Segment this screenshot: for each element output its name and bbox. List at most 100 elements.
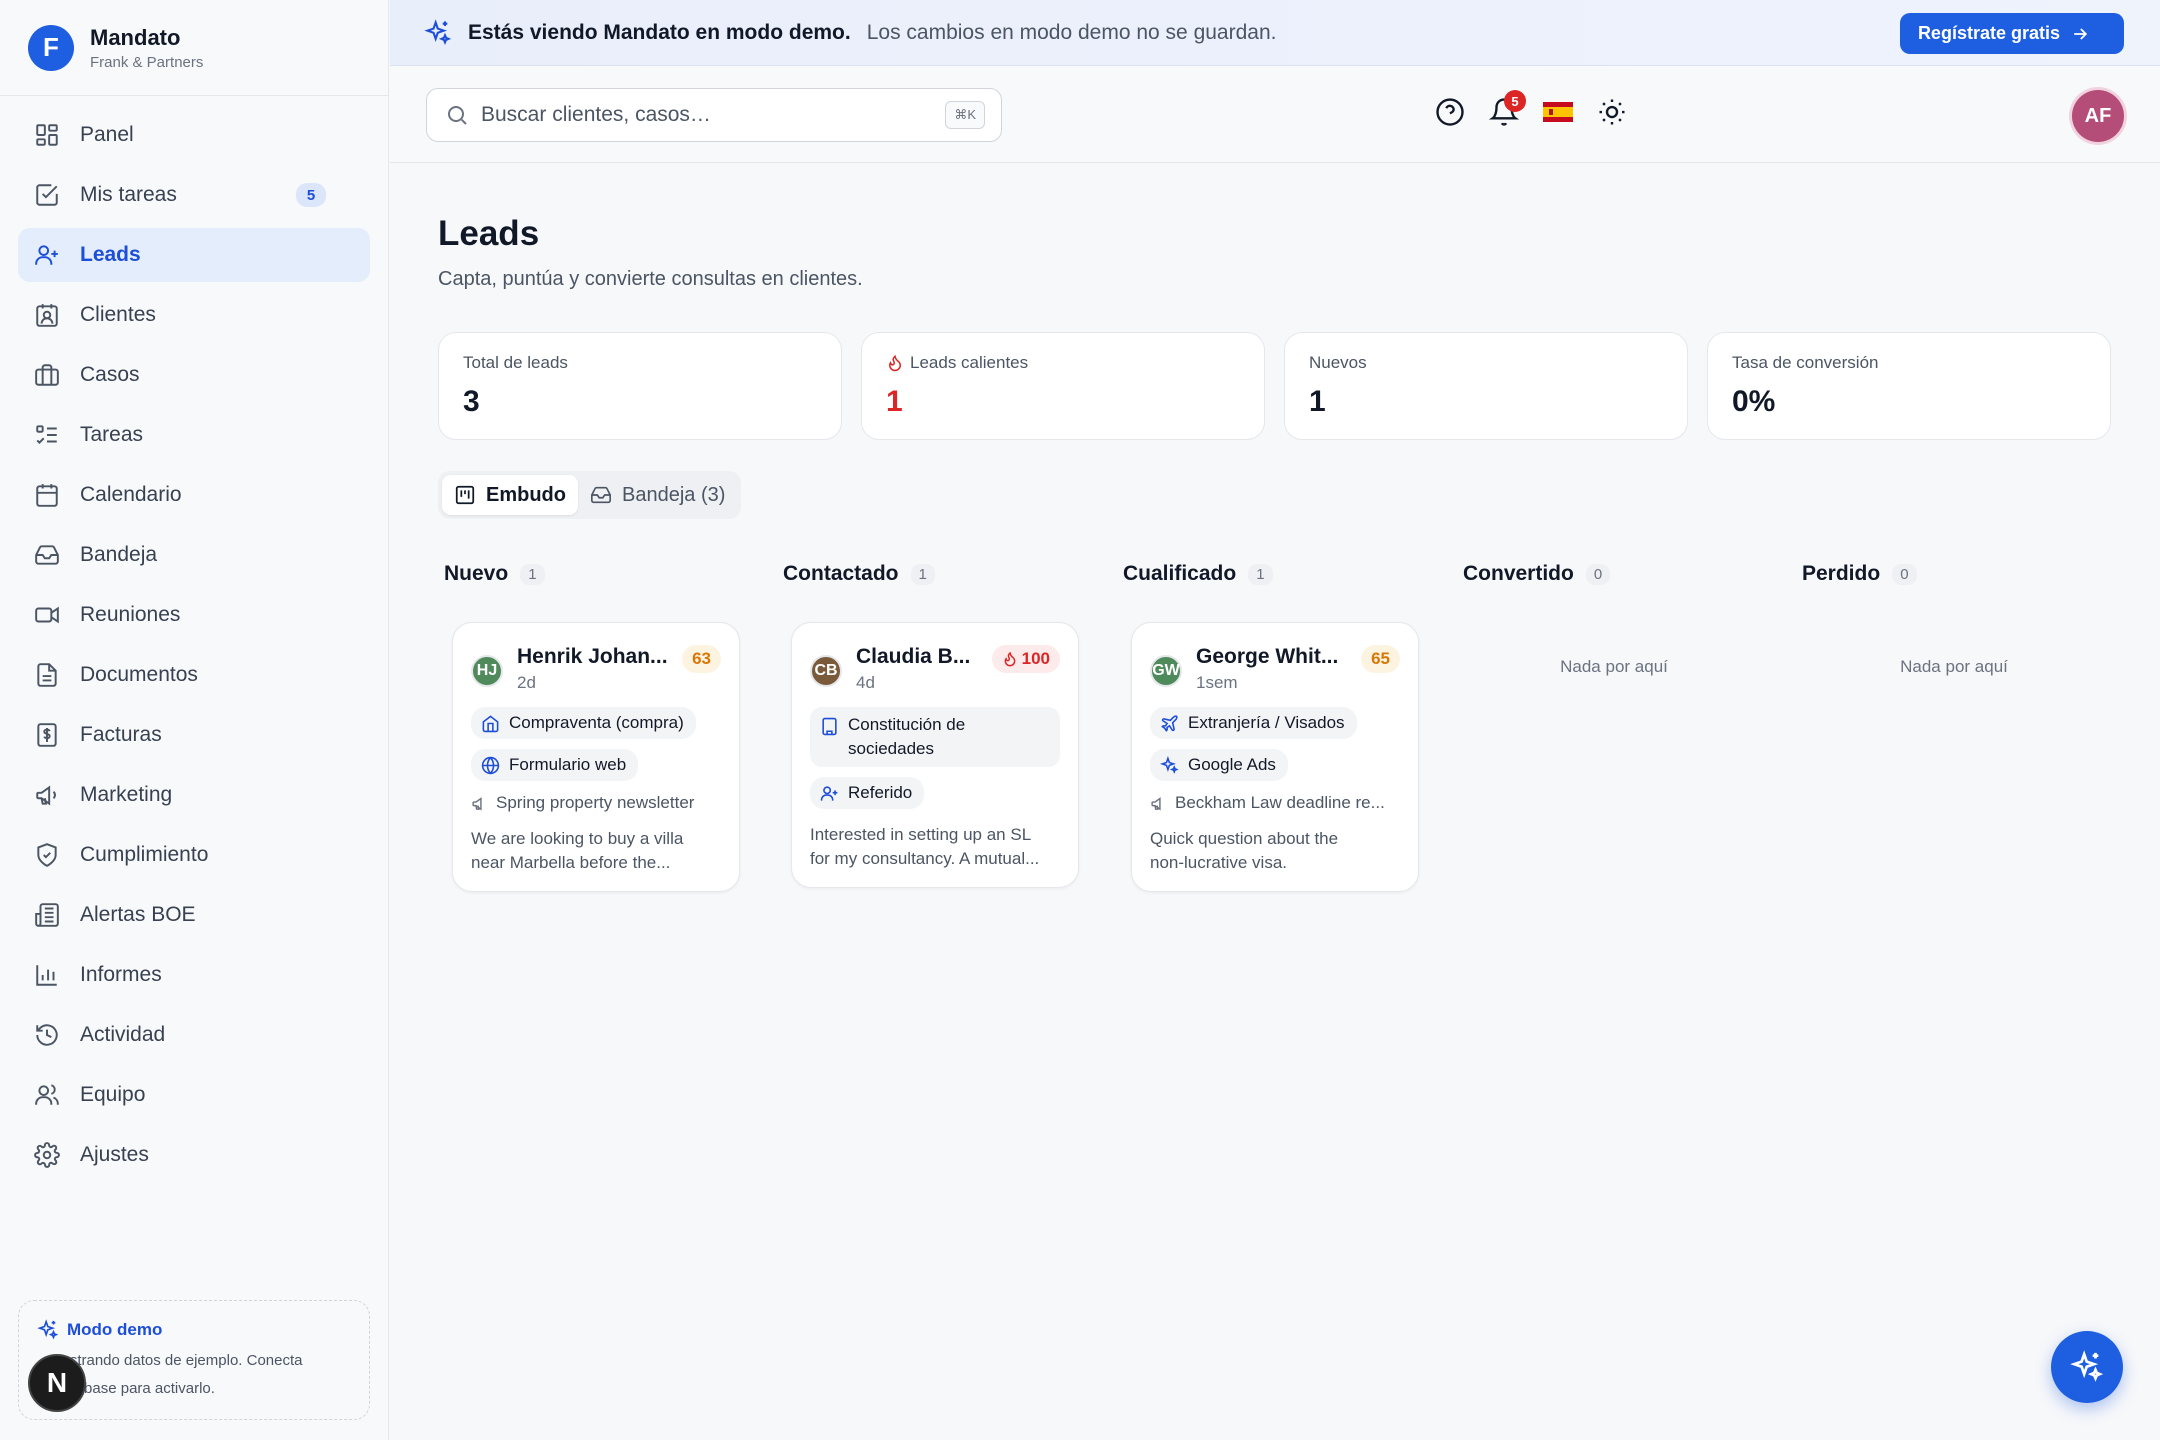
banner-text: Los cambios en modo demo no se guardan.: [866, 20, 1277, 44]
sidebar-item-label: Equipo: [80, 1083, 146, 1106]
notifications-button[interactable]: 5: [1488, 90, 1526, 128]
language-button[interactable]: [1542, 96, 1574, 128]
sidebar-item-clientes[interactable]: Clientes: [18, 288, 370, 342]
lead-age: 2d: [517, 673, 536, 692]
sidebar-item-label: Actividad: [80, 1023, 166, 1046]
lead-campaign: Spring property newsletter: [471, 793, 721, 813]
sidebar-item-label: Leads: [80, 243, 141, 266]
sparkles-icon: [424, 18, 452, 45]
user-plus-icon: [820, 785, 838, 801]
theme-toggle[interactable]: [1596, 96, 1628, 128]
sidebar-item-calendario[interactable]: Calendario: [18, 468, 370, 522]
lead-score: 65: [1361, 645, 1400, 673]
search-shortcut: ⌘K: [945, 101, 985, 129]
search-box[interactable]: ⌘K: [426, 88, 1002, 142]
sidebar-item-label: Facturas: [80, 723, 162, 746]
brand[interactable]: F Mandato Frank & Partners: [0, 0, 388, 96]
sidebar-item-reuniones[interactable]: Reuniones: [18, 588, 370, 642]
search-icon: [448, 106, 467, 125]
contact-icon: [36, 304, 58, 327]
shield-icon: [37, 843, 57, 867]
sidebar-item-equipo[interactable]: Equipo: [18, 1068, 370, 1122]
brand-logo: F: [28, 24, 74, 71]
search-input[interactable]: [481, 103, 921, 127]
lead-card[interactable]: GW George Whit... 1sem 65 Extranjería / …: [1131, 622, 1419, 892]
sidebar-item-leads[interactable]: Leads: [18, 228, 370, 282]
kanban-icon: [455, 485, 475, 505]
lead-source-chip: Google Ads: [1150, 749, 1288, 781]
lead-card[interactable]: HJ Henrik Johan... 2d 63 Compraventa (co…: [452, 622, 740, 892]
globe-icon: [481, 756, 500, 774]
sidebar-item-tareas[interactable]: Tareas: [18, 408, 370, 462]
lead-age: 4d: [856, 673, 875, 692]
list-check-icon: [36, 425, 57, 444]
brand-org: Frank & Partners: [90, 53, 204, 71]
banner-title: Estás viendo Mandato en modo demo.: [468, 20, 851, 44]
stat-label: Leads calientes: [886, 353, 1240, 373]
practice-area-chip: Compraventa (compra): [471, 707, 696, 739]
column-count: 1: [910, 563, 935, 585]
sidebar-item-actividad[interactable]: Actividad: [18, 1008, 370, 1062]
sidebar-item-informes[interactable]: Informes: [18, 948, 370, 1002]
sun-icon: [1599, 99, 1625, 125]
sidebar-item-bandeja[interactable]: Bandeja: [18, 528, 370, 582]
sidebar-item-label: Bandeja: [80, 543, 158, 566]
notifications-count: 5: [1504, 90, 1526, 112]
ai-assistant-button[interactable]: [2051, 1331, 2123, 1403]
lead-avatar: HJ: [471, 655, 503, 687]
sidebar-item-marketing[interactable]: Marketing: [18, 768, 370, 822]
lead-age: 1sem: [1196, 673, 1238, 692]
lead-message: Interested in setting up an SL for my co…: [810, 825, 1040, 868]
sidebar-item-label: Marketing: [80, 783, 173, 806]
sidebar: F Mandato Frank & Partners Panel Mis tar…: [0, 0, 389, 1440]
sidebar-nav: Panel Mis tareas 5 Leads Clientes Casos …: [0, 96, 388, 1200]
stat-value: 1: [886, 385, 903, 418]
lead-message: Quick question about the non-lucrative v…: [1150, 829, 1339, 872]
dev-tools-badge[interactable]: N: [28, 1354, 86, 1412]
users-icon: [35, 1084, 59, 1105]
column-header-perdido: Perdido 0: [1802, 562, 1917, 586]
sidebar-item-label: Casos: [80, 363, 140, 386]
column-header-contactado: Contactado 1: [783, 562, 935, 586]
grid-icon: [36, 124, 58, 146]
column-header-nuevo: Nuevo 1: [444, 562, 545, 586]
sidebar-item-facturas[interactable]: Facturas: [18, 708, 370, 762]
sidebar-item-label: Documentos: [80, 663, 198, 686]
lead-card[interactable]: CB Claudia B... 4d 100 Constitución de s…: [791, 622, 1079, 888]
column-count: 1: [520, 563, 545, 585]
lead-score: 100: [991, 645, 1060, 673]
column-count: 1: [1248, 563, 1273, 585]
calendar-icon: [36, 484, 58, 507]
demo-banner: Estás viendo Mandato en modo demo. Los c…: [390, 0, 2160, 66]
empty-column-message: Nada por aquí: [1900, 657, 2008, 676]
user-avatar[interactable]: AF: [2072, 90, 2124, 142]
flame-icon: [1004, 651, 1016, 667]
view-tabs: Embudo Bandeja (3): [438, 471, 742, 519]
bar-chart-icon: [36, 965, 57, 986]
brand-name: Mandato: [90, 24, 181, 50]
sidebar-item-label: Tareas: [80, 423, 144, 446]
sidebar-item-casos[interactable]: Casos: [18, 348, 370, 402]
sidebar-item-cumplimiento[interactable]: Cumplimiento: [18, 828, 370, 882]
sidebar-item-documentos[interactable]: Documentos: [18, 648, 370, 702]
tab-bandeja[interactable]: Bandeja (3): [578, 475, 737, 515]
sidebar-item-ajustes[interactable]: Ajustes: [18, 1128, 370, 1182]
sidebar-item-alertas-boe[interactable]: Alertas BOE: [18, 888, 370, 942]
sidebar-item-mis-tareas[interactable]: Mis tareas 5: [18, 168, 370, 222]
briefcase-icon: [35, 364, 59, 386]
tab-embudo[interactable]: Embudo: [442, 475, 578, 515]
lead-name: George Whit...: [1196, 645, 1339, 668]
column-count: 0: [1585, 563, 1611, 585]
stat-label: Tasa de conversión: [1732, 353, 1879, 372]
practice-area-chip: Extranjería / Visados: [1150, 707, 1357, 739]
register-button[interactable]: Regístrate gratis: [1899, 13, 2124, 54]
es-flag-icon: [1543, 102, 1573, 122]
home-icon: [482, 714, 499, 732]
sidebar-item-panel[interactable]: Panel: [18, 108, 370, 162]
lead-name: Claudia B...: [856, 645, 971, 668]
page-title: Leads: [438, 214, 540, 253]
stat-value: 3: [463, 385, 480, 418]
sidebar-item-label: Calendario: [80, 483, 182, 506]
lead-avatar: GW: [1150, 655, 1182, 687]
help-button[interactable]: [1434, 96, 1466, 128]
